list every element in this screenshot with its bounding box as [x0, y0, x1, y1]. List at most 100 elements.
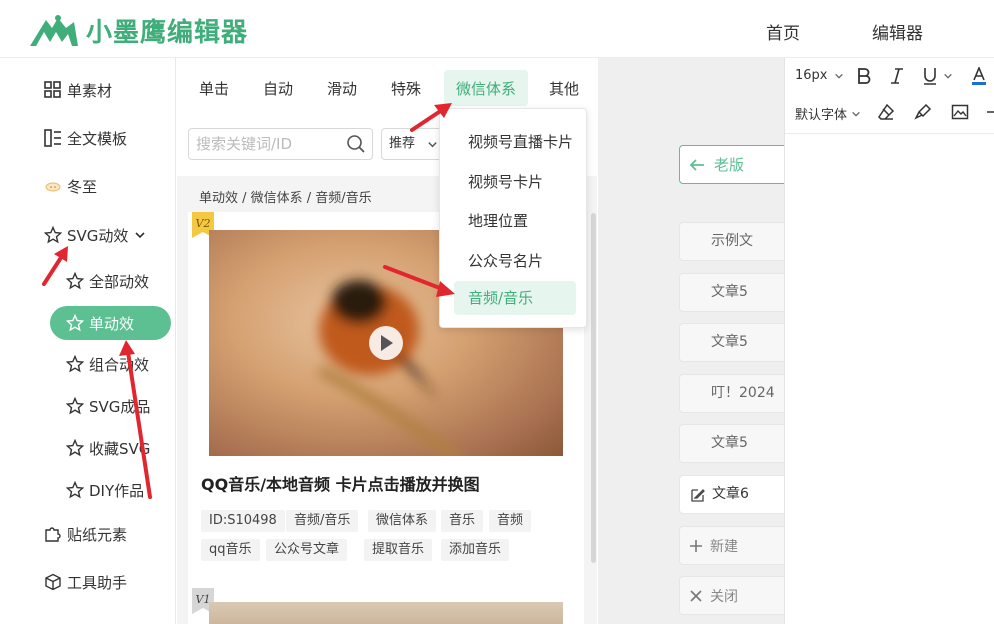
document-item[interactable]: 叮！2024: [679, 374, 789, 413]
font-size-value: 16px: [795, 68, 828, 83]
dropdown-item-channels-live-card[interactable]: 视频号直播卡片: [468, 131, 573, 152]
tab-auto[interactable]: 自动: [263, 78, 293, 99]
sidebar-item-label: 冬至: [67, 177, 98, 196]
document-list: 老版 示例文 文章5 文章5 叮！2024 文章5 文章6 新建 关闭: [598, 58, 789, 624]
material-card[interactable]: V1: [188, 588, 584, 624]
document-item[interactable]: 文章5: [679, 273, 789, 312]
sidebar-item-label: 贴纸元素: [67, 525, 128, 544]
sidebar-item-tools[interactable]: 工具助手: [44, 570, 127, 594]
sidebar-subitem-single-animation[interactable]: 单动效: [50, 306, 171, 340]
card-tag[interactable]: 公众号文章: [266, 539, 348, 561]
sidebar-item-label: 工具助手: [67, 573, 128, 592]
search-icon[interactable]: [346, 134, 366, 154]
font-family-select[interactable]: 默认字体: [795, 104, 861, 123]
sidebar-item-label: 收藏SVG: [89, 439, 151, 458]
arrow-left-icon: [689, 158, 704, 171]
tab-slide[interactable]: 滑动: [327, 78, 357, 99]
eraser-icon: [878, 103, 895, 120]
tab-wechat-system[interactable]: 微信体系: [444, 70, 528, 106]
format-brush-button[interactable]: [914, 103, 932, 121]
chevron-down-icon: [428, 142, 437, 148]
sidebar-item-label: 全文模板: [67, 129, 128, 148]
italic-button[interactable]: [888, 67, 906, 85]
document-item-active[interactable]: 文章6: [679, 475, 789, 514]
image-icon: [951, 104, 969, 120]
sort-select[interactable]: 推荐: [381, 128, 445, 160]
card-preview-image[interactable]: [209, 602, 563, 624]
content-scrollbar[interactable]: [591, 213, 596, 563]
chevron-down-icon: [834, 73, 843, 79]
italic-icon: [891, 68, 903, 84]
search-input[interactable]: [196, 134, 346, 154]
tab-click[interactable]: 单击: [199, 78, 229, 99]
dropdown-item-audio-music[interactable]: 音频/音乐: [454, 281, 576, 315]
sidebar-subitem-svg-products[interactable]: SVG成品: [66, 394, 150, 418]
card-tag[interactable]: ID:S10498: [201, 510, 285, 532]
sidebar-item-winter-solstice[interactable]: 冬至: [44, 174, 97, 198]
card-tag[interactable]: 音乐: [441, 510, 484, 532]
logo-text: 小墨鹰编辑器: [86, 17, 249, 48]
font-size-select[interactable]: 16px: [795, 68, 844, 83]
card-tag[interactable]: 提取音乐: [364, 539, 433, 561]
dropdown-item-location[interactable]: 地理位置: [468, 210, 528, 231]
star-icon: [44, 226, 62, 244]
sidebar-item-svg-animation[interactable]: SVG动效: [44, 223, 151, 247]
document-item[interactable]: 示例文: [679, 222, 789, 261]
app-header: 小墨鹰编辑器 首页 编辑器: [0, 0, 994, 58]
card-tag[interactable]: 音频/音乐: [286, 510, 359, 532]
underline-icon: [924, 68, 936, 85]
eagle-logo-icon: [30, 15, 78, 46]
close-document-button[interactable]: 关闭: [679, 576, 789, 615]
logo[interactable]: 小墨鹰编辑器: [28, 10, 248, 50]
insert-image-button[interactable]: [951, 103, 969, 121]
more-tools-button[interactable]: [985, 103, 994, 121]
breadcrumb: 单动效 / 微信体系 / 音频/音乐: [199, 191, 372, 206]
sidebar-item-single-material[interactable]: 单素材: [44, 78, 112, 102]
editor-panel: 16px 默认字体: [784, 58, 994, 624]
document-item[interactable]: 文章5: [679, 424, 789, 463]
plus-icon: [690, 539, 702, 552]
sidebar-item-label: 单素材: [67, 81, 113, 100]
tab-other[interactable]: 其他: [549, 78, 579, 99]
sidebar-item-stickers[interactable]: 贴纸元素: [44, 522, 127, 546]
sidebar-item-label: DIY作品: [89, 481, 145, 500]
nav-home[interactable]: 首页: [766, 19, 800, 44]
edit-icon: [691, 488, 705, 502]
format-brush-icon: [914, 103, 932, 120]
star-edit-icon: [66, 481, 84, 499]
new-document-label: 新建: [710, 538, 738, 555]
card-tag[interactable]: 音频: [489, 510, 532, 532]
eraser-button[interactable]: [877, 103, 895, 121]
sidebar-subitem-combo-animation[interactable]: 组合动效: [66, 352, 149, 376]
chevron-down-icon: [852, 111, 860, 117]
sidebar-subitem-all-animations[interactable]: 全部动效: [66, 269, 149, 293]
dropdown-item-account-card[interactable]: 公众号名片: [468, 250, 543, 271]
sidebar-subitem-favorite-svg[interactable]: 收藏SVG: [66, 436, 150, 460]
new-document-button[interactable]: 新建: [679, 526, 789, 565]
card-tag[interactable]: 微信体系: [368, 510, 437, 532]
dropdown-item-channels-card[interactable]: 视频号卡片: [468, 171, 543, 192]
editor-toolbar: 16px 默认字体: [785, 58, 994, 134]
layout-icon: [44, 129, 61, 147]
font-color-button[interactable]: [970, 67, 988, 85]
old-version-button[interactable]: 老版: [679, 145, 789, 184]
card-tag[interactable]: 添加音乐: [441, 539, 510, 561]
chevron-down-icon: [944, 73, 952, 79]
font-color-icon: [972, 67, 986, 85]
tab-special[interactable]: 特殊: [391, 78, 421, 99]
star-icon: [66, 439, 84, 457]
sidebar-subitem-diy-works[interactable]: DIY作品: [66, 478, 144, 502]
font-family-value: 默认字体: [795, 108, 848, 123]
document-item[interactable]: 文章5: [679, 323, 789, 362]
puzzle-icon: [45, 527, 61, 542]
sidebar-item-label: SVG动效: [67, 226, 129, 245]
sidebar-item-label: SVG成品: [89, 397, 151, 416]
bold-button[interactable]: [855, 67, 873, 85]
sidebar-item-label: 全部动效: [89, 272, 150, 291]
sidebar-item-full-template[interactable]: 全文模板: [44, 126, 127, 150]
sidebar-item-label: 组合动效: [89, 355, 150, 374]
underline-button[interactable]: [921, 67, 953, 85]
search-box: [188, 128, 373, 160]
nav-editor[interactable]: 编辑器: [872, 19, 923, 44]
card-tag[interactable]: qq音乐: [201, 539, 260, 561]
